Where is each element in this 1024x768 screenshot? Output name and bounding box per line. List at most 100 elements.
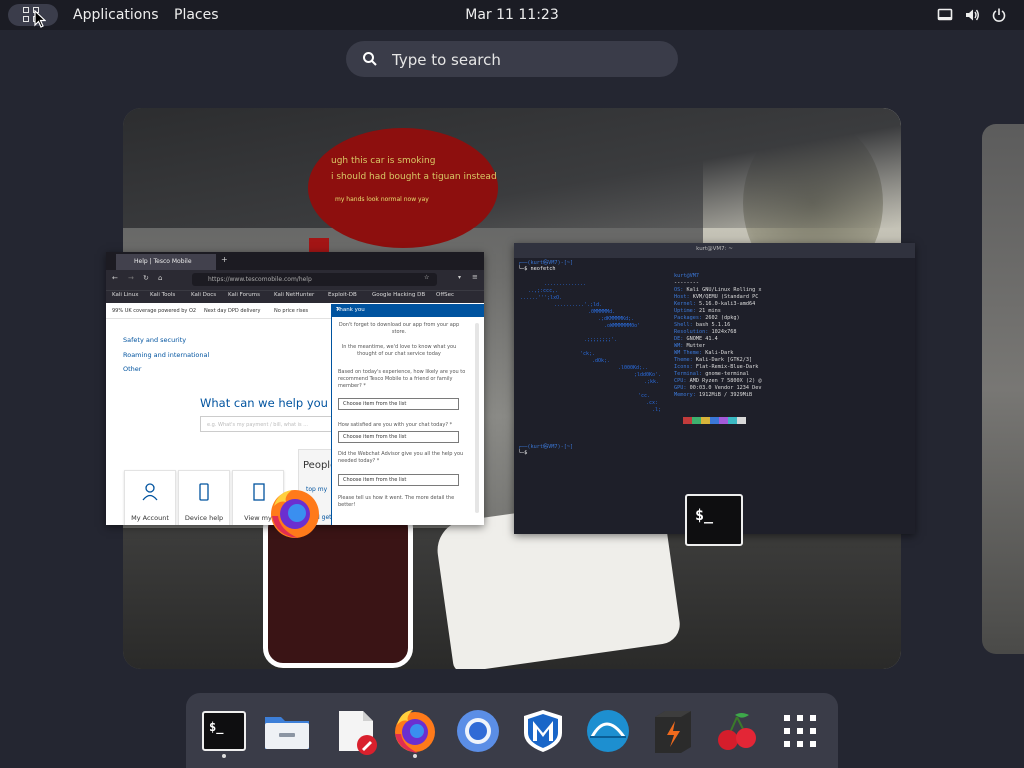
palette-swatch	[674, 417, 683, 424]
bookmark-item[interactable]: Kali Linux	[112, 292, 139, 298]
pocket-icon[interactable]: ▾	[458, 274, 461, 281]
firefox-app-icon[interactable]	[391, 707, 439, 755]
meme-line-2: i should had bought a tiguan instead	[331, 172, 497, 182]
bookmark-star-icon[interactable]: ☆	[424, 274, 429, 281]
bookmark-item[interactable]: Kali Docs	[191, 292, 216, 298]
neofetch-line: Host: KVM/QEMU (Standard PC	[674, 294, 759, 300]
search-bar[interactable]	[346, 41, 678, 77]
satisfaction-select[interactable]: Choose item from the list	[338, 431, 459, 443]
neofetch-line: CPU: AMD Ryzen 7 5800X (2) @	[674, 378, 762, 384]
running-indicator	[222, 754, 226, 758]
forward-icon[interactable]: →	[128, 274, 134, 282]
help-heading: What can we help you wi	[200, 396, 345, 410]
screen-icon[interactable]	[937, 7, 953, 23]
palette-swatch	[683, 417, 692, 424]
browser-tab[interactable]: Help | Tesco Mobile	[116, 254, 216, 270]
palette-swatch	[701, 417, 710, 424]
neofetch-line: Icons: Flat-Remix-Blue-Dark	[674, 364, 759, 370]
activities-grid-icon	[23, 7, 29, 13]
terminal-titlebar: kurt@VM7: ~ ▾ – □ ✕	[514, 243, 915, 258]
metasploit-app-icon[interactable]	[519, 707, 567, 755]
neofetch-user-host: kurt@VM7	[674, 273, 699, 279]
neofetch-line: Packages: 2602 (dpkg)	[674, 315, 740, 321]
url-field[interactable]: https://www.tescomobile.com/help	[192, 273, 437, 286]
chat-header: Thank you – ✕	[332, 305, 484, 317]
bookmark-item[interactable]: Google Hacking DB	[372, 292, 425, 298]
bookmark-item[interactable]: OffSec	[436, 292, 454, 298]
browser-tab-bar: Help | Tesco Mobile +	[106, 252, 484, 270]
bookmark-item[interactable]: Kali Tools	[150, 292, 175, 298]
palette-swatch	[692, 417, 701, 424]
terminal-window[interactable]: kurt@VM7: ~ ▾ – □ ✕ ┌──(kurt㉿VM7)-[~] └─…	[514, 243, 915, 534]
activities-button[interactable]	[8, 4, 58, 28]
chromium-app-icon[interactable]	[454, 707, 502, 755]
help-link[interactable]: Other	[123, 365, 141, 373]
rating-select[interactable]: Choose item from the list	[338, 398, 459, 410]
palette-swatch	[719, 417, 728, 424]
palette-swatch	[728, 417, 737, 424]
chat-scrollbar[interactable]	[475, 323, 479, 513]
neofetch-line: Terminal: gnome-terminal	[674, 371, 749, 377]
files-app-icon[interactable]	[263, 707, 311, 755]
mouse-cursor-icon	[34, 10, 46, 28]
help-link[interactable]: Roaming and international	[123, 351, 209, 359]
next-workspace-preview[interactable]	[982, 124, 1024, 654]
running-indicator	[413, 754, 417, 758]
home-icon[interactable]: ⌂	[158, 274, 162, 282]
neofetch-line: WM: Mutter	[674, 343, 706, 349]
top-bar: Applications Places Mar 11 11:23	[0, 0, 1024, 30]
places-menu[interactable]: Places	[174, 7, 219, 23]
clock[interactable]: Mar 11 11:23	[440, 7, 584, 23]
browser-toolbar: ← → ↻ ⌂ https://www.tescomobile.com/help…	[106, 270, 484, 290]
wireshark-app-icon[interactable]	[584, 707, 632, 755]
cherrytree-app-icon[interactable]	[713, 707, 761, 755]
close-icon[interactable]: ✕	[336, 307, 481, 313]
bookmark-item[interactable]: Exploit-DB	[328, 292, 357, 298]
phone-icon	[199, 483, 209, 501]
neofetch-line: OS: Kali GNU/Linux Rolling x	[674, 287, 762, 293]
reload-icon[interactable]: ↻	[143, 274, 149, 282]
neofetch-line: Uptime: 21 mins	[674, 308, 721, 314]
firefox-window[interactable]: Help | Tesco Mobile + ← → ↻ ⌂ https://ww…	[106, 252, 484, 525]
volume-icon[interactable]	[964, 7, 980, 23]
meme-line-1: ugh this car is smoking	[331, 156, 436, 166]
tab-title: Help | Tesco Mobile	[134, 258, 192, 265]
bookmarks-toolbar: Kali Linux Kali Tools Kali Docs Kali For…	[106, 290, 484, 303]
my-account-card[interactable]: My Account	[124, 470, 176, 525]
neofetch-line: GPU: 00:03.0 Vendor 1234 Dev	[674, 385, 762, 391]
person-icon	[142, 483, 158, 501]
search-icon	[363, 52, 377, 66]
new-tab-button[interactable]: +	[221, 255, 228, 264]
dock: $_	[186, 693, 838, 768]
applications-menu[interactable]: Applications	[73, 7, 159, 23]
neofetch-line: DE: GNOME 41.4	[674, 336, 718, 342]
neofetch-line: Shell: bash 5.1.16	[674, 322, 731, 328]
color-palette	[674, 409, 746, 428]
neofetch-line: Memory: 1912MiB / 3929MiB	[674, 392, 753, 398]
neofetch-line: Kernel: 5.16.0-kali3-amd64	[674, 301, 756, 307]
menu-icon[interactable]: ≡	[472, 273, 478, 281]
terminal-window-icon: $_	[685, 494, 743, 546]
back-icon[interactable]: ←	[112, 274, 118, 282]
terminal-app-icon[interactable]: $_	[200, 707, 248, 755]
search-input[interactable]	[390, 47, 664, 73]
bill-icon	[253, 483, 265, 501]
device-help-card[interactable]: Device help	[178, 470, 230, 525]
help-received-select[interactable]: Choose item from the list	[338, 474, 459, 486]
meme-line-3: my hands look normal now yay	[335, 196, 429, 203]
text-editor-app-icon[interactable]	[333, 707, 381, 755]
show-apps-grid-icon[interactable]	[776, 707, 824, 755]
palette-swatch	[710, 417, 719, 424]
close-icon[interactable]: ✕	[902, 246, 915, 252]
power-icon[interactable]	[991, 7, 1007, 23]
bookmark-item[interactable]: Kali NetHunter	[274, 292, 314, 298]
neofetch-line: WM Theme: Kali-Dark	[674, 350, 734, 356]
chat-survey-dialog[interactable]: Thank you – ✕ Don't forget to download o…	[331, 304, 484, 525]
meme-speech-bubble	[308, 128, 498, 248]
burpsuite-app-icon[interactable]	[649, 707, 697, 755]
neofetch-line: Resolution: 1024x768	[674, 329, 737, 335]
help-link[interactable]: Safety and security	[123, 336, 186, 344]
palette-swatch	[737, 417, 746, 424]
firefox-window-icon	[271, 490, 319, 538]
bookmark-item[interactable]: Kali Forums	[228, 292, 260, 298]
